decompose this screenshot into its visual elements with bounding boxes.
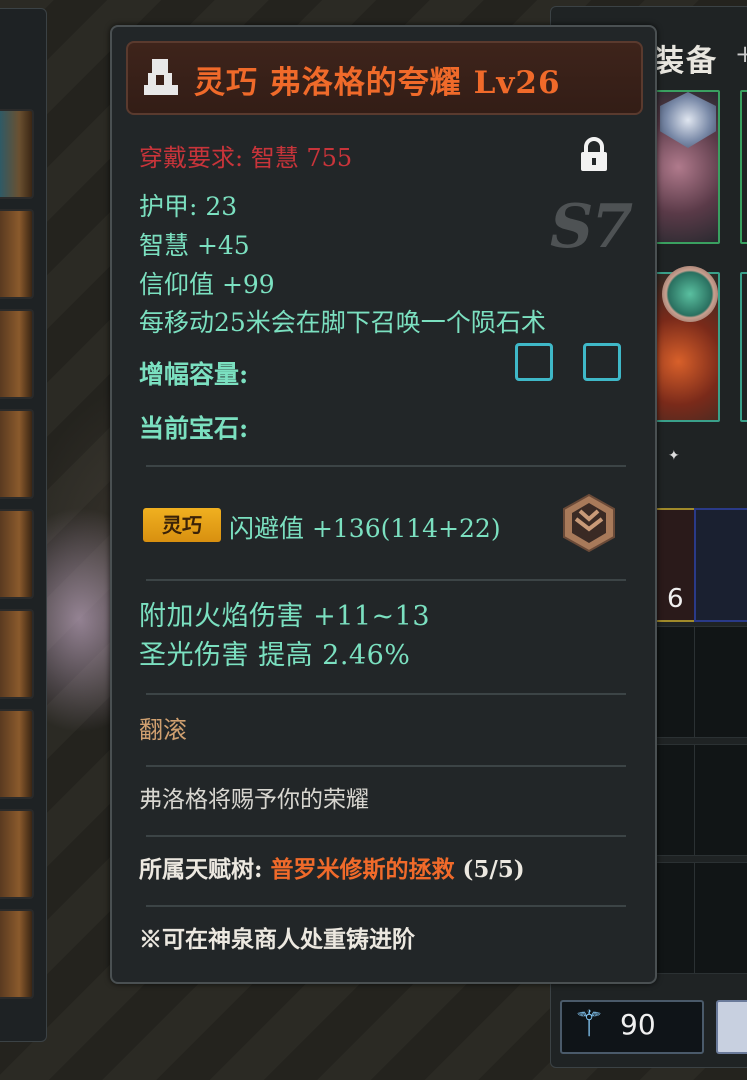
divider: [146, 835, 626, 837]
reforge-hint: ※可在神泉商人处重铸进阶: [139, 926, 415, 953]
left-item-slot[interactable]: [0, 409, 34, 499]
talent-tree-line: 所属天赋树: 普罗米修斯的拯救 (5/5): [139, 850, 525, 884]
talent-tree-label: 所属天赋树:: [139, 856, 271, 883]
left-item-slot[interactable]: [0, 909, 34, 999]
left-item-slot[interactable]: [0, 809, 34, 899]
item-tooltip: 灵巧 弗洛格的夸耀 Lv26 穿戴要求: 智慧 755 S7 护甲: 23 智慧…: [110, 25, 657, 984]
left-item-slot[interactable]: [0, 109, 34, 199]
divider: [146, 693, 626, 695]
gem-socket[interactable]: [515, 343, 553, 381]
item-title: 灵巧 弗洛格的夸耀 Lv26: [194, 65, 561, 101]
add-icon[interactable]: +: [735, 40, 747, 68]
left-item-slot[interactable]: [0, 709, 34, 799]
stat-armor: 护甲: 23: [139, 192, 238, 221]
left-item-slot[interactable]: [0, 309, 34, 399]
left-inventory-panel: [0, 8, 47, 1042]
stat-dodge: 闪避值 +136(114+22): [229, 514, 501, 543]
gem-socket[interactable]: [583, 343, 621, 381]
skill-roll: 翻滚: [139, 716, 187, 744]
current-gem-label: 当前宝石:: [139, 414, 249, 443]
wand-icon: ⚚: [572, 1004, 606, 1045]
flavor-text: 弗洛格将赐予你的荣耀: [139, 787, 369, 813]
equip-requirement: 穿戴要求: 智慧 755: [139, 144, 353, 172]
divider: [146, 465, 626, 467]
currency-value: 90: [620, 1008, 656, 1041]
affix-badge: 灵巧: [143, 508, 221, 542]
left-item-slot[interactable]: [0, 609, 34, 699]
amplify-capacity-label: 增幅容量:: [139, 360, 249, 389]
stat-skill-effect: 每移动25米会在脚下召唤一个陨石术: [139, 308, 546, 337]
medal-icon: [662, 266, 718, 322]
inventory-cell[interactable]: [694, 862, 747, 974]
talent-tree-progress: (5/5): [454, 856, 525, 883]
divider: [146, 905, 626, 907]
rank-icon: [563, 493, 615, 553]
class-icon: [144, 59, 178, 95]
equipment-slot[interactable]: [740, 90, 747, 244]
lock-icon[interactable]: [578, 137, 610, 173]
affix-fire-damage: 附加火焰伤害 +11~13: [139, 601, 431, 632]
inventory-cell[interactable]: [694, 744, 747, 856]
divider: [146, 765, 626, 767]
stat-faith: 信仰值 +99: [139, 270, 275, 299]
item-title-bar: 灵巧 弗洛格的夸耀 Lv26: [126, 41, 643, 115]
divider: [146, 579, 626, 581]
sparkle-icon: ✦: [668, 448, 680, 464]
stat-wisdom: 智慧 +45: [139, 231, 250, 260]
equipment-title: 装备: [654, 44, 718, 79]
affix-holy-damage: 圣光伤害 提高 2.46%: [139, 640, 411, 671]
currency-box-secondary[interactable]: [716, 1000, 747, 1054]
season-mark: S7: [550, 192, 633, 262]
left-item-slot[interactable]: [0, 209, 34, 299]
stack-count: 6: [667, 584, 684, 614]
talent-tree-name: 普罗米修斯的拯救: [270, 856, 455, 883]
inventory-cell[interactable]: [694, 626, 747, 738]
equipment-slot[interactable]: [740, 272, 747, 422]
inventory-cell[interactable]: [694, 508, 747, 622]
left-item-slot[interactable]: [0, 509, 34, 599]
